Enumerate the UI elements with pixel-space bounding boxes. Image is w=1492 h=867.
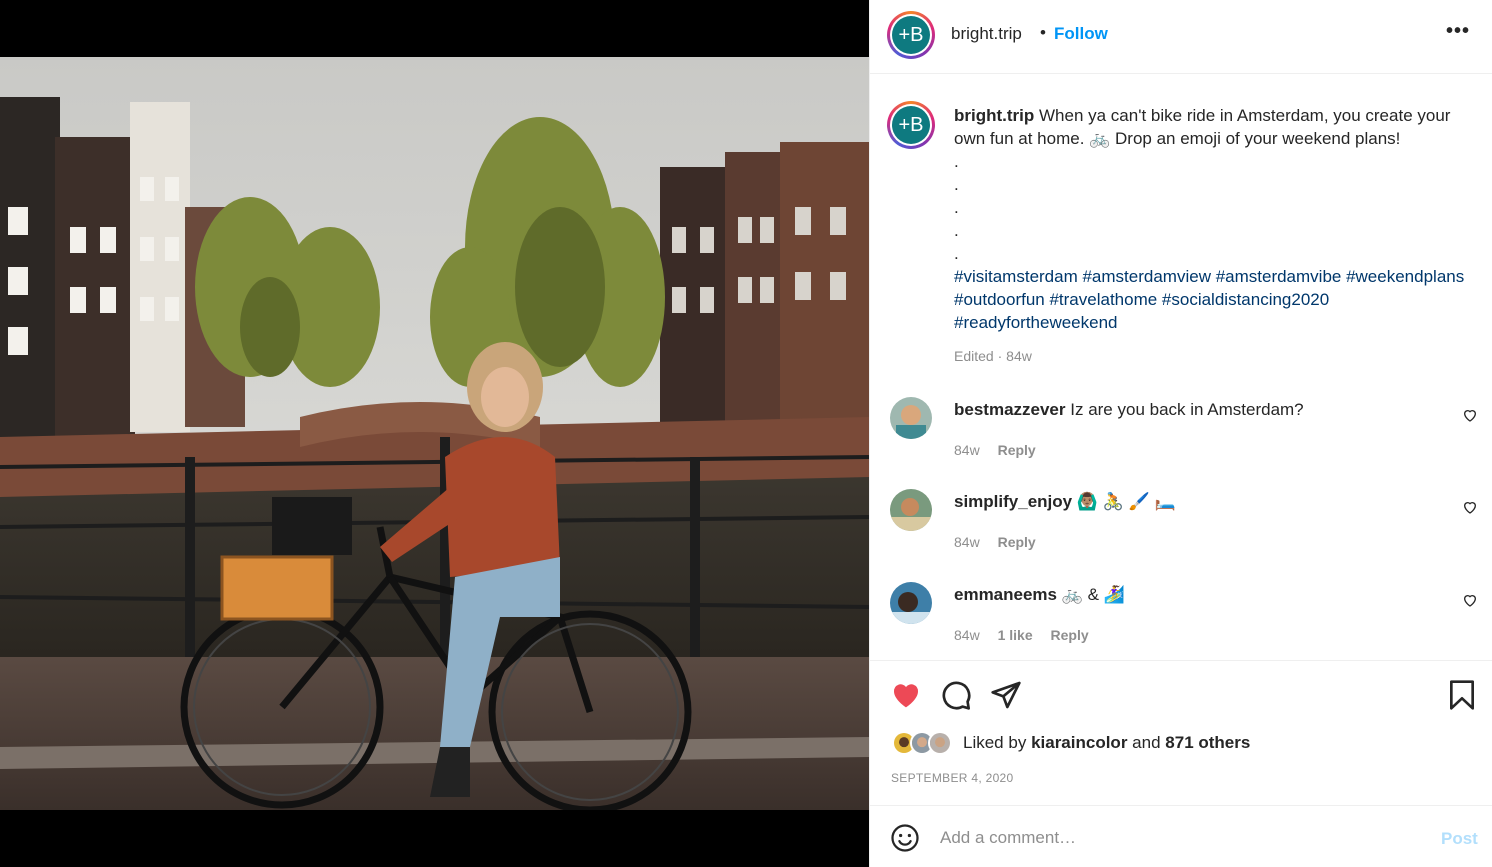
commenter-username[interactable]: bestmazzever — [954, 400, 1066, 419]
follow-button[interactable]: Follow — [1054, 24, 1108, 44]
commenter-username[interactable]: emmaneems — [954, 585, 1057, 604]
caption-age: 84w — [1006, 348, 1032, 364]
more-options-icon[interactable]: ••• — [1446, 20, 1470, 43]
caption-username[interactable]: bright.trip — [954, 106, 1034, 125]
comment-text: bestmazzever Iz are you back in Amsterda… — [954, 400, 1304, 420]
comment-input[interactable] — [940, 824, 1410, 852]
comment-item: simplify_enjoy 🙆🏽‍♂️ 🚴 🖌️ 🛏️ 84w Reply — [870, 489, 1492, 569]
comment-icon[interactable] — [940, 679, 972, 711]
caption-author-avatar[interactable]: +B — [887, 101, 935, 149]
post-header: +B bright.trip • Follow ••• — [870, 0, 1492, 74]
comment-item: emmaneems 🚲 & 🏄‍♀️ 84w 1 like Reply — [870, 582, 1492, 660]
commenter-avatar[interactable] — [890, 489, 932, 531]
add-comment-bar: Post — [870, 805, 1492, 867]
caption-dot: . — [954, 221, 959, 240]
comment-likes[interactable]: 1 like — [998, 627, 1033, 643]
bookmark-icon[interactable] — [1446, 679, 1478, 711]
commenter-avatar-image — [890, 397, 932, 439]
heart-icon[interactable] — [890, 679, 922, 711]
post-media — [0, 0, 869, 867]
emoji-icon[interactable] — [890, 823, 920, 853]
like-comment-icon[interactable] — [1462, 407, 1478, 423]
liked-and: and — [1132, 733, 1161, 752]
comment-text: simplify_enjoy 🙆🏽‍♂️ 🚴 🖌️ 🛏️ — [954, 492, 1176, 512]
commenter-avatar[interactable] — [890, 397, 932, 439]
instagram-post-modal: +B bright.trip • Follow ••• +B bright.tr… — [0, 0, 1492, 867]
post-sidebar: +B bright.trip • Follow ••• +B bright.tr… — [869, 0, 1492, 867]
caption-meta: Edited · 84w — [954, 348, 1032, 364]
reply-button[interactable]: Reply — [1051, 627, 1089, 643]
comment-meta: 84w Reply — [954, 442, 1050, 458]
commenter-avatar-image — [890, 582, 932, 624]
post-comment-button[interactable]: Post — [1441, 829, 1478, 849]
liked-user[interactable]: kiaraincolor — [1031, 733, 1127, 752]
caption-hashtags[interactable]: #visitamsterdam #amsterdamview #amsterda… — [954, 267, 1464, 332]
caption-dot: . — [954, 152, 959, 171]
comment-body: 🙆🏽‍♂️ 🚴 🖌️ 🛏️ — [1076, 492, 1176, 511]
header-separator: • — [1040, 23, 1046, 42]
caption-dot: . — [954, 175, 959, 194]
commenter-username[interactable]: simplify_enjoy — [954, 492, 1072, 511]
comment-age[interactable]: 84w — [954, 442, 980, 458]
commenter-avatar[interactable] — [890, 582, 932, 624]
commenter-avatar-image — [890, 489, 932, 531]
post-photo[interactable] — [0, 57, 869, 810]
comment-body: Iz are you back in Amsterdam? — [1070, 400, 1304, 419]
caption-avatar-logo: +B — [892, 106, 930, 144]
liked-prefix: Liked by — [963, 733, 1027, 752]
post-actions: Liked by kiaraincolor and 871 others SEP… — [870, 660, 1492, 804]
edited-label: Edited — [954, 348, 994, 364]
author-avatar[interactable]: +B — [887, 11, 935, 59]
reply-button[interactable]: Reply — [998, 534, 1036, 550]
comment-age[interactable]: 84w — [954, 534, 980, 550]
caption-dot: . — [954, 198, 959, 217]
comments-scroll-area[interactable]: +B bright.trip When ya can't bike ride i… — [870, 75, 1492, 660]
comment-age[interactable]: 84w — [954, 627, 980, 643]
like-comment-icon[interactable] — [1462, 592, 1478, 608]
photo-illustration — [0, 57, 869, 810]
share-icon[interactable] — [990, 679, 1022, 711]
liked-by-text: Liked by kiaraincolor and 871 others — [963, 733, 1250, 753]
post-date[interactable]: SEPTEMBER 4, 2020 — [891, 771, 1014, 785]
caption-dot: . — [954, 244, 959, 263]
comment-text: emmaneems 🚲 & 🏄‍♀️ — [954, 585, 1125, 605]
comment-item: bestmazzever Iz are you back in Amsterda… — [870, 397, 1492, 477]
comment-body: 🚲 & 🏄‍♀️ — [1061, 585, 1125, 604]
reply-button[interactable]: Reply — [998, 442, 1036, 458]
like-comment-icon[interactable] — [1462, 499, 1478, 515]
author-avatar-logo: +B — [892, 16, 930, 54]
liker-avatar — [928, 731, 952, 755]
comment-meta: 84w Reply — [954, 534, 1050, 550]
comment-meta: 84w 1 like Reply — [954, 627, 1103, 643]
liked-others[interactable]: 871 others — [1165, 733, 1250, 752]
caption-text: bright.trip When ya can't bike ride in A… — [954, 104, 1484, 334]
author-username[interactable]: bright.trip — [951, 24, 1022, 44]
